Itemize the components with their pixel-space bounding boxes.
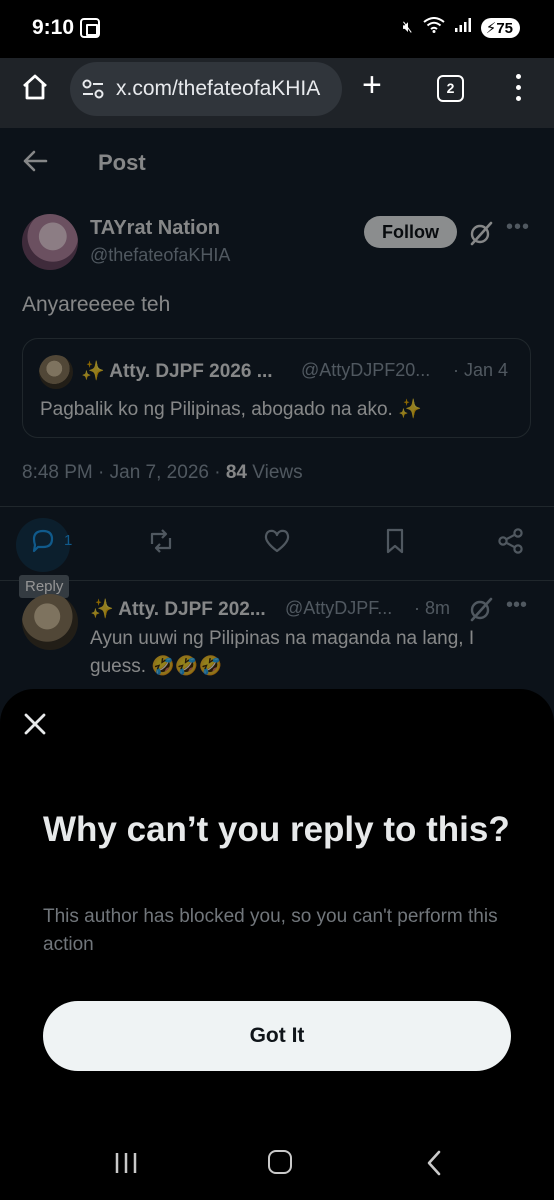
back-arrow-icon[interactable]	[22, 148, 48, 181]
quoted-post-text: Pagbalik ko ng Pilipinas, abogado na ako…	[40, 399, 422, 420]
grok-icon[interactable]	[468, 220, 494, 246]
tab-switcher-button[interactable]: 2	[437, 75, 464, 102]
author-avatar[interactable]	[22, 214, 78, 270]
mute-icon: 🔇︎	[402, 18, 413, 36]
sheet-title: Why can’t you reply to this?	[43, 810, 510, 849]
reply-icon[interactable]	[29, 526, 59, 556]
reply-text: Ayun uuwi ng Pilipinas na maganda na lan…	[90, 628, 475, 677]
bookmark-icon[interactable]	[380, 526, 410, 556]
like-icon[interactable]	[262, 526, 292, 556]
repost-icon[interactable]	[146, 526, 176, 556]
close-icon[interactable]	[22, 711, 48, 737]
quoted-author-handle: @AttyDJPF20...	[301, 360, 431, 380]
reply-author-handle[interactable]: @AttyDJPF...	[285, 598, 392, 619]
status-bar: 9:10 🔇︎ ⚡75	[0, 0, 554, 58]
home-nav-icon[interactable]	[268, 1150, 292, 1174]
share-icon[interactable]	[496, 526, 526, 556]
site-settings-icon[interactable]	[82, 79, 104, 99]
post-text: Anyareeeee teh	[22, 293, 171, 316]
divider	[0, 580, 554, 581]
sheet-body: This author has blocked you, so you can'…	[43, 906, 498, 955]
wifi-icon	[423, 17, 445, 38]
new-tab-icon[interactable]: +	[362, 68, 382, 102]
follow-button[interactable]: Follow	[364, 216, 457, 248]
battery-level: 75	[496, 19, 513, 37]
address-bar[interactable]: x.com/thefateofaKHIA	[70, 62, 342, 116]
reply-author-name[interactable]: ✨ Atty. DJPF 202...	[90, 597, 266, 621]
screenshot-icon	[80, 18, 100, 38]
url-text: x.com/thefateofaKHIA	[116, 77, 321, 100]
got-it-button[interactable]: Got It	[43, 1001, 511, 1071]
quoted-post[interactable]: ✨ Atty. DJPF 2026 ... @AttyDJPF20... · J…	[22, 338, 531, 438]
browser-toolbar: x.com/thefateofaKHIA + 2	[0, 58, 554, 128]
back-nav-icon[interactable]	[424, 1150, 446, 1176]
author-name[interactable]: TAYrat Nation	[90, 217, 220, 240]
author-handle[interactable]: @thefateofaKHIA	[90, 245, 230, 266]
browser-menu-icon[interactable]	[512, 74, 524, 104]
reply-author-avatar[interactable]	[22, 594, 78, 650]
signal-icon	[454, 18, 471, 37]
home-icon[interactable]	[20, 72, 50, 102]
action-bar: 1	[0, 508, 554, 580]
post-timestamp: 8:48 PM · Jan 7, 2026 ·	[22, 462, 226, 483]
page-title: Post	[98, 150, 146, 175]
divider	[0, 506, 554, 507]
reply-restriction-sheet: Why can’t you reply to this? This author…	[0, 689, 554, 1200]
recents-icon[interactable]	[114, 1152, 138, 1174]
post-metadata: 8:48 PM · Jan 7, 2026 · 84 Views	[22, 462, 303, 484]
views-label: Views	[246, 462, 303, 483]
system-navigation-bar	[0, 1128, 554, 1200]
more-options-icon[interactable]: •••	[506, 216, 530, 239]
status-icons: 🔇︎ ⚡75	[403, 17, 520, 38]
battery-indicator: ⚡75	[480, 17, 520, 38]
quoted-post-date: · Jan 4	[453, 360, 509, 380]
status-time: 9:10	[32, 16, 75, 39]
more-options-icon[interactable]: •••	[506, 594, 527, 617]
views-count[interactable]: 84	[226, 462, 247, 483]
reply-time: · 8m	[414, 598, 450, 618]
grok-icon[interactable]	[468, 596, 494, 622]
quoted-author-name: ✨ Atty. DJPF 2026 ...	[81, 361, 273, 382]
reply-count: 1	[64, 532, 73, 549]
quoted-author-avatar	[39, 355, 73, 389]
